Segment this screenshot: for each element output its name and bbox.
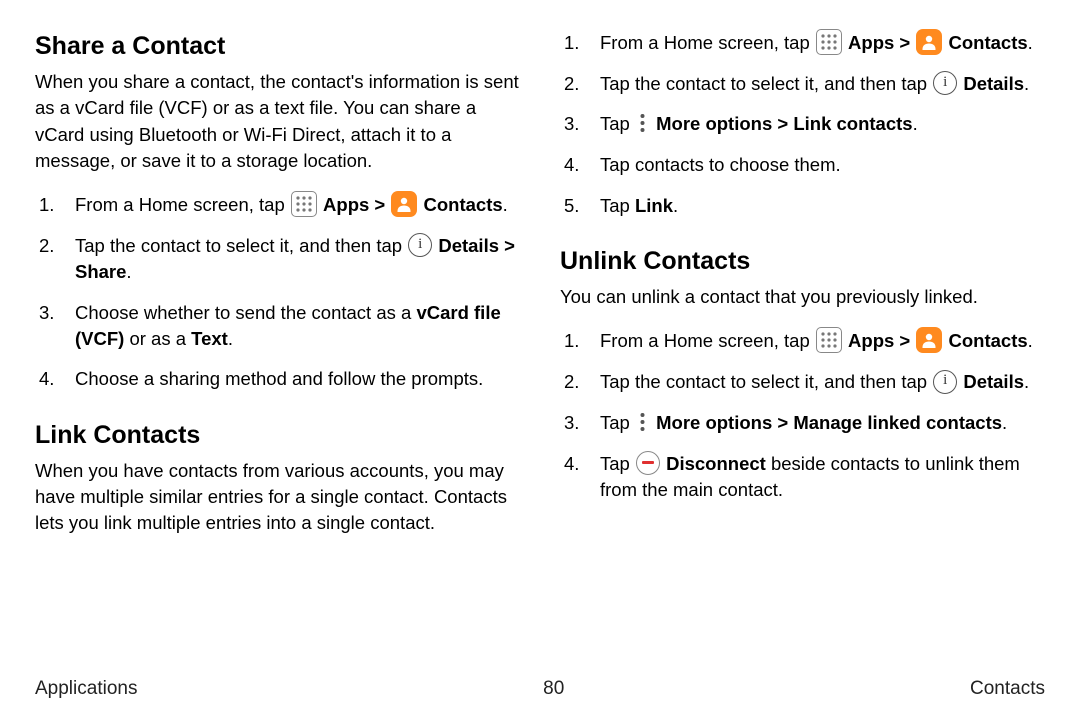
link-steps: From a Home screen, tap Apps > Contacts.… bbox=[560, 30, 1045, 219]
share-heading: Share a Contact bbox=[35, 32, 520, 61]
share-step-4: Choose a sharing method and follow the p… bbox=[35, 366, 520, 392]
link-step-1: From a Home screen, tap Apps > Contacts. bbox=[560, 30, 1045, 57]
contacts-label: Contacts bbox=[949, 32, 1028, 53]
apps-icon bbox=[291, 191, 317, 217]
details-label: Details bbox=[963, 371, 1024, 392]
text: From a Home screen, tap bbox=[600, 330, 815, 351]
apps-label: Apps bbox=[848, 32, 894, 53]
share-steps: From a Home screen, tap Apps > Contacts.… bbox=[35, 192, 520, 392]
unlink-intro: You can unlink a contact that you previo… bbox=[560, 284, 1045, 310]
more-link-label: More options > Link contacts bbox=[656, 113, 912, 134]
unlink-heading: Unlink Contacts bbox=[560, 247, 1045, 276]
chevron-right-icon: > bbox=[899, 330, 915, 351]
text: From a Home screen, tap bbox=[600, 32, 815, 53]
unlink-step-4: Tap Disconnect beside contacts to unlink… bbox=[560, 451, 1045, 504]
text: . bbox=[1024, 371, 1029, 392]
share-step-1: From a Home screen, tap Apps > Contacts. bbox=[35, 192, 520, 219]
text: . bbox=[1002, 412, 1007, 433]
footer-left: Applications bbox=[35, 678, 137, 700]
disconnect-label: Disconnect bbox=[666, 453, 766, 474]
page-number: 80 bbox=[543, 678, 564, 700]
footer-right: Contacts bbox=[970, 678, 1045, 700]
details-label: Details bbox=[963, 73, 1024, 94]
link-step-4: Tap contacts to choose them. bbox=[560, 152, 1045, 178]
unlink-step-2: Tap the contact to select it, and then t… bbox=[560, 369, 1045, 395]
link-label: Link bbox=[635, 195, 673, 216]
apps-label: Apps bbox=[323, 194, 369, 215]
text: Tap bbox=[600, 195, 635, 216]
text: Tap bbox=[600, 453, 635, 474]
more-manage-label: More options > Manage linked contacts bbox=[656, 412, 1002, 433]
unlink-step-1: From a Home screen, tap Apps > Contacts. bbox=[560, 328, 1045, 355]
link-step-3: Tap More options > Link contacts. bbox=[560, 111, 1045, 138]
text: . bbox=[503, 194, 508, 215]
text: beside contacts to unlink them from the … bbox=[600, 453, 1020, 500]
more-options-icon bbox=[636, 409, 650, 435]
share-step-2: Tap the contact to select it, and then t… bbox=[35, 233, 520, 286]
chevron-right-icon: > bbox=[374, 194, 390, 215]
text: . bbox=[1024, 73, 1029, 94]
info-icon bbox=[933, 71, 957, 95]
text: or as a bbox=[124, 328, 191, 349]
apps-icon bbox=[816, 29, 842, 55]
text: . bbox=[1028, 32, 1033, 53]
text: Choose whether to send the contact as a bbox=[75, 302, 416, 323]
contacts-label: Contacts bbox=[424, 194, 503, 215]
info-icon bbox=[408, 233, 432, 257]
more-options-icon bbox=[636, 110, 650, 136]
contacts-icon bbox=[916, 29, 942, 55]
info-icon bbox=[933, 370, 957, 394]
text: . bbox=[126, 261, 131, 282]
text: . bbox=[1028, 330, 1033, 351]
link-step-2: Tap the contact to select it, and then t… bbox=[560, 71, 1045, 97]
contacts-icon bbox=[916, 327, 942, 353]
disconnect-icon bbox=[636, 451, 660, 475]
text: From a Home screen, tap bbox=[75, 194, 290, 215]
text: . bbox=[913, 113, 918, 134]
apps-label: Apps bbox=[848, 330, 894, 351]
link-heading: Link Contacts bbox=[35, 421, 520, 450]
share-intro: When you share a contact, the contact's … bbox=[35, 69, 520, 174]
text-label: Text bbox=[191, 328, 228, 349]
footer: Applications 80 Contacts bbox=[35, 678, 1045, 700]
share-step-3: Choose whether to send the contact as a … bbox=[35, 300, 520, 353]
apps-icon bbox=[816, 327, 842, 353]
text: Tap bbox=[600, 113, 635, 134]
text: Tap the contact to select it, and then t… bbox=[75, 235, 407, 256]
unlink-steps: From a Home screen, tap Apps > Contacts.… bbox=[560, 328, 1045, 503]
text: . bbox=[673, 195, 678, 216]
contacts-icon bbox=[391, 191, 417, 217]
link-intro: When you have contacts from various acco… bbox=[35, 458, 520, 537]
text: Tap the contact to select it, and then t… bbox=[600, 371, 932, 392]
unlink-step-3: Tap More options > Manage linked contact… bbox=[560, 410, 1045, 437]
left-column: Share a Contact When you share a contact… bbox=[35, 30, 520, 660]
text: . bbox=[228, 328, 233, 349]
right-column: From a Home screen, tap Apps > Contacts.… bbox=[560, 30, 1045, 660]
contacts-label: Contacts bbox=[949, 330, 1028, 351]
text: Tap the contact to select it, and then t… bbox=[600, 73, 932, 94]
chevron-right-icon: > bbox=[899, 32, 915, 53]
link-step-5: Tap Link. bbox=[560, 193, 1045, 219]
text: Tap bbox=[600, 412, 635, 433]
